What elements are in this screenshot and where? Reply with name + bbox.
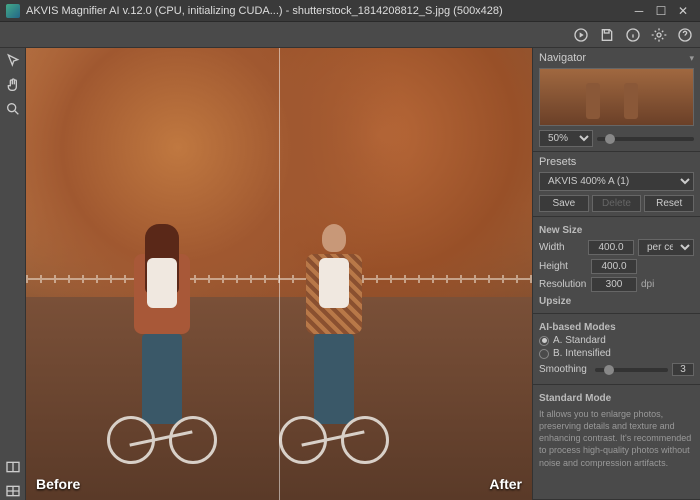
hand-tool-icon[interactable] [4,76,22,94]
delete-preset-button[interactable]: Delete [592,195,642,212]
canvas[interactable]: Before After [26,48,532,500]
upsize-label: Upsize [539,296,694,307]
top-toolbar [0,22,700,48]
presets-header: Presets [539,156,576,168]
new-size-header: New Size [539,225,694,236]
save-preset-button[interactable]: Save [539,195,589,212]
run-icon[interactable] [572,26,590,44]
width-label: Width [539,242,584,253]
compare-grid-icon[interactable] [4,482,22,500]
preset-select[interactable]: AKVIS 400% A (1) [539,172,694,191]
resolution-input[interactable] [591,277,637,292]
title-bar: AKVIS Magnifier AI v.12.0 (CPU, initiali… [0,0,700,22]
after-label: After [489,476,522,492]
smoothing-slider[interactable] [595,368,668,372]
before-after-divider[interactable] [279,48,280,500]
zoom-select[interactable]: 50% [539,130,593,147]
maximize-button[interactable]: ☐ [650,2,672,20]
reset-preset-button[interactable]: Reset [644,195,694,212]
resolution-unit: dpi [641,279,654,290]
before-label: Before [36,476,80,492]
window-title: AKVIS Magnifier AI v.12.0 (CPU, initiali… [26,5,628,17]
collapse-icon[interactable]: ▾ [689,53,694,64]
mode-intensified-radio[interactable]: B. Intensified [539,348,694,359]
mode-standard-radio[interactable]: A. Standard [539,335,694,346]
standard-mode-header: Standard Mode [539,393,694,404]
smoothing-label: Smoothing [539,364,591,375]
unit-select[interactable]: per cent [638,239,694,256]
zoom-tool-icon[interactable] [4,100,22,118]
save-icon[interactable] [598,26,616,44]
pointer-tool-icon[interactable] [4,52,22,70]
width-input[interactable] [588,240,634,255]
navigator-header: Navigator [539,52,586,64]
info-icon[interactable] [624,26,642,44]
minimize-button[interactable]: ─ [628,2,650,20]
right-panel: Navigator ▾ 50% Presets AKVIS 400% A (1)… [532,48,700,500]
navigator-thumbnail[interactable] [539,68,694,126]
standard-mode-description: It allows you to enlarge photos, preserv… [539,406,694,471]
smoothing-value: 3 [672,363,694,376]
resolution-label: Resolution [539,279,587,290]
ai-modes-header: AI-based Modes [539,322,694,333]
left-toolbar [0,48,26,500]
compare-split-icon[interactable] [4,458,22,476]
height-input[interactable] [591,259,637,274]
close-button[interactable]: ✕ [672,2,694,20]
help-icon[interactable] [676,26,694,44]
height-label: Height [539,261,587,272]
zoom-slider[interactable] [597,137,694,141]
app-icon [6,4,20,18]
settings-icon[interactable] [650,26,668,44]
